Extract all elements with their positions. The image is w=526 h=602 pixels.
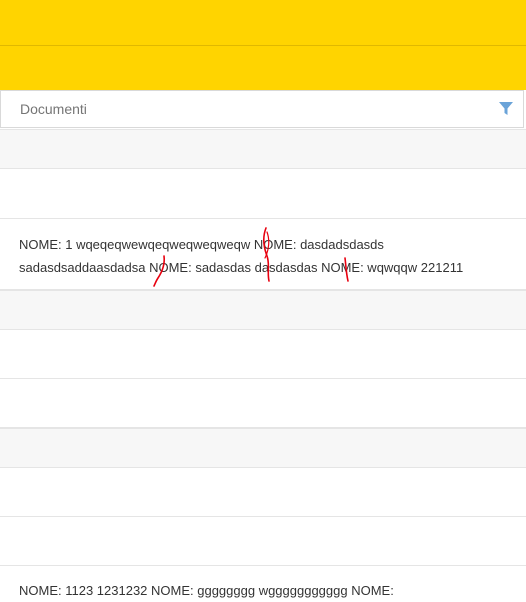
- list-item[interactable]: [0, 379, 526, 428]
- app-subheader: [0, 46, 526, 90]
- list-item[interactable]: NOME: 1 wqeqeqwewqeqweqweqweqw NOME: das…: [0, 219, 526, 290]
- list-item[interactable]: [0, 169, 526, 219]
- list-item-text: NOME: 1 wqeqeqwewqeqweqweqweqw NOME: das…: [19, 237, 464, 275]
- list-item-text: NOME: 1123 1231232 NOME: gggggggg wggggg…: [19, 583, 394, 598]
- filter-icon[interactable]: [499, 102, 513, 116]
- app-header: [0, 0, 526, 46]
- list-item[interactable]: [0, 330, 526, 379]
- section-header: [0, 290, 526, 330]
- list-item[interactable]: [0, 517, 526, 566]
- section-header: [0, 428, 526, 468]
- section-header: [0, 129, 526, 169]
- search-bar: [0, 90, 524, 128]
- list-item[interactable]: [0, 468, 526, 517]
- list-item[interactable]: NOME: 1123 1231232 NOME: gggggggg wggggg…: [0, 566, 526, 601]
- search-input[interactable]: [20, 101, 480, 117]
